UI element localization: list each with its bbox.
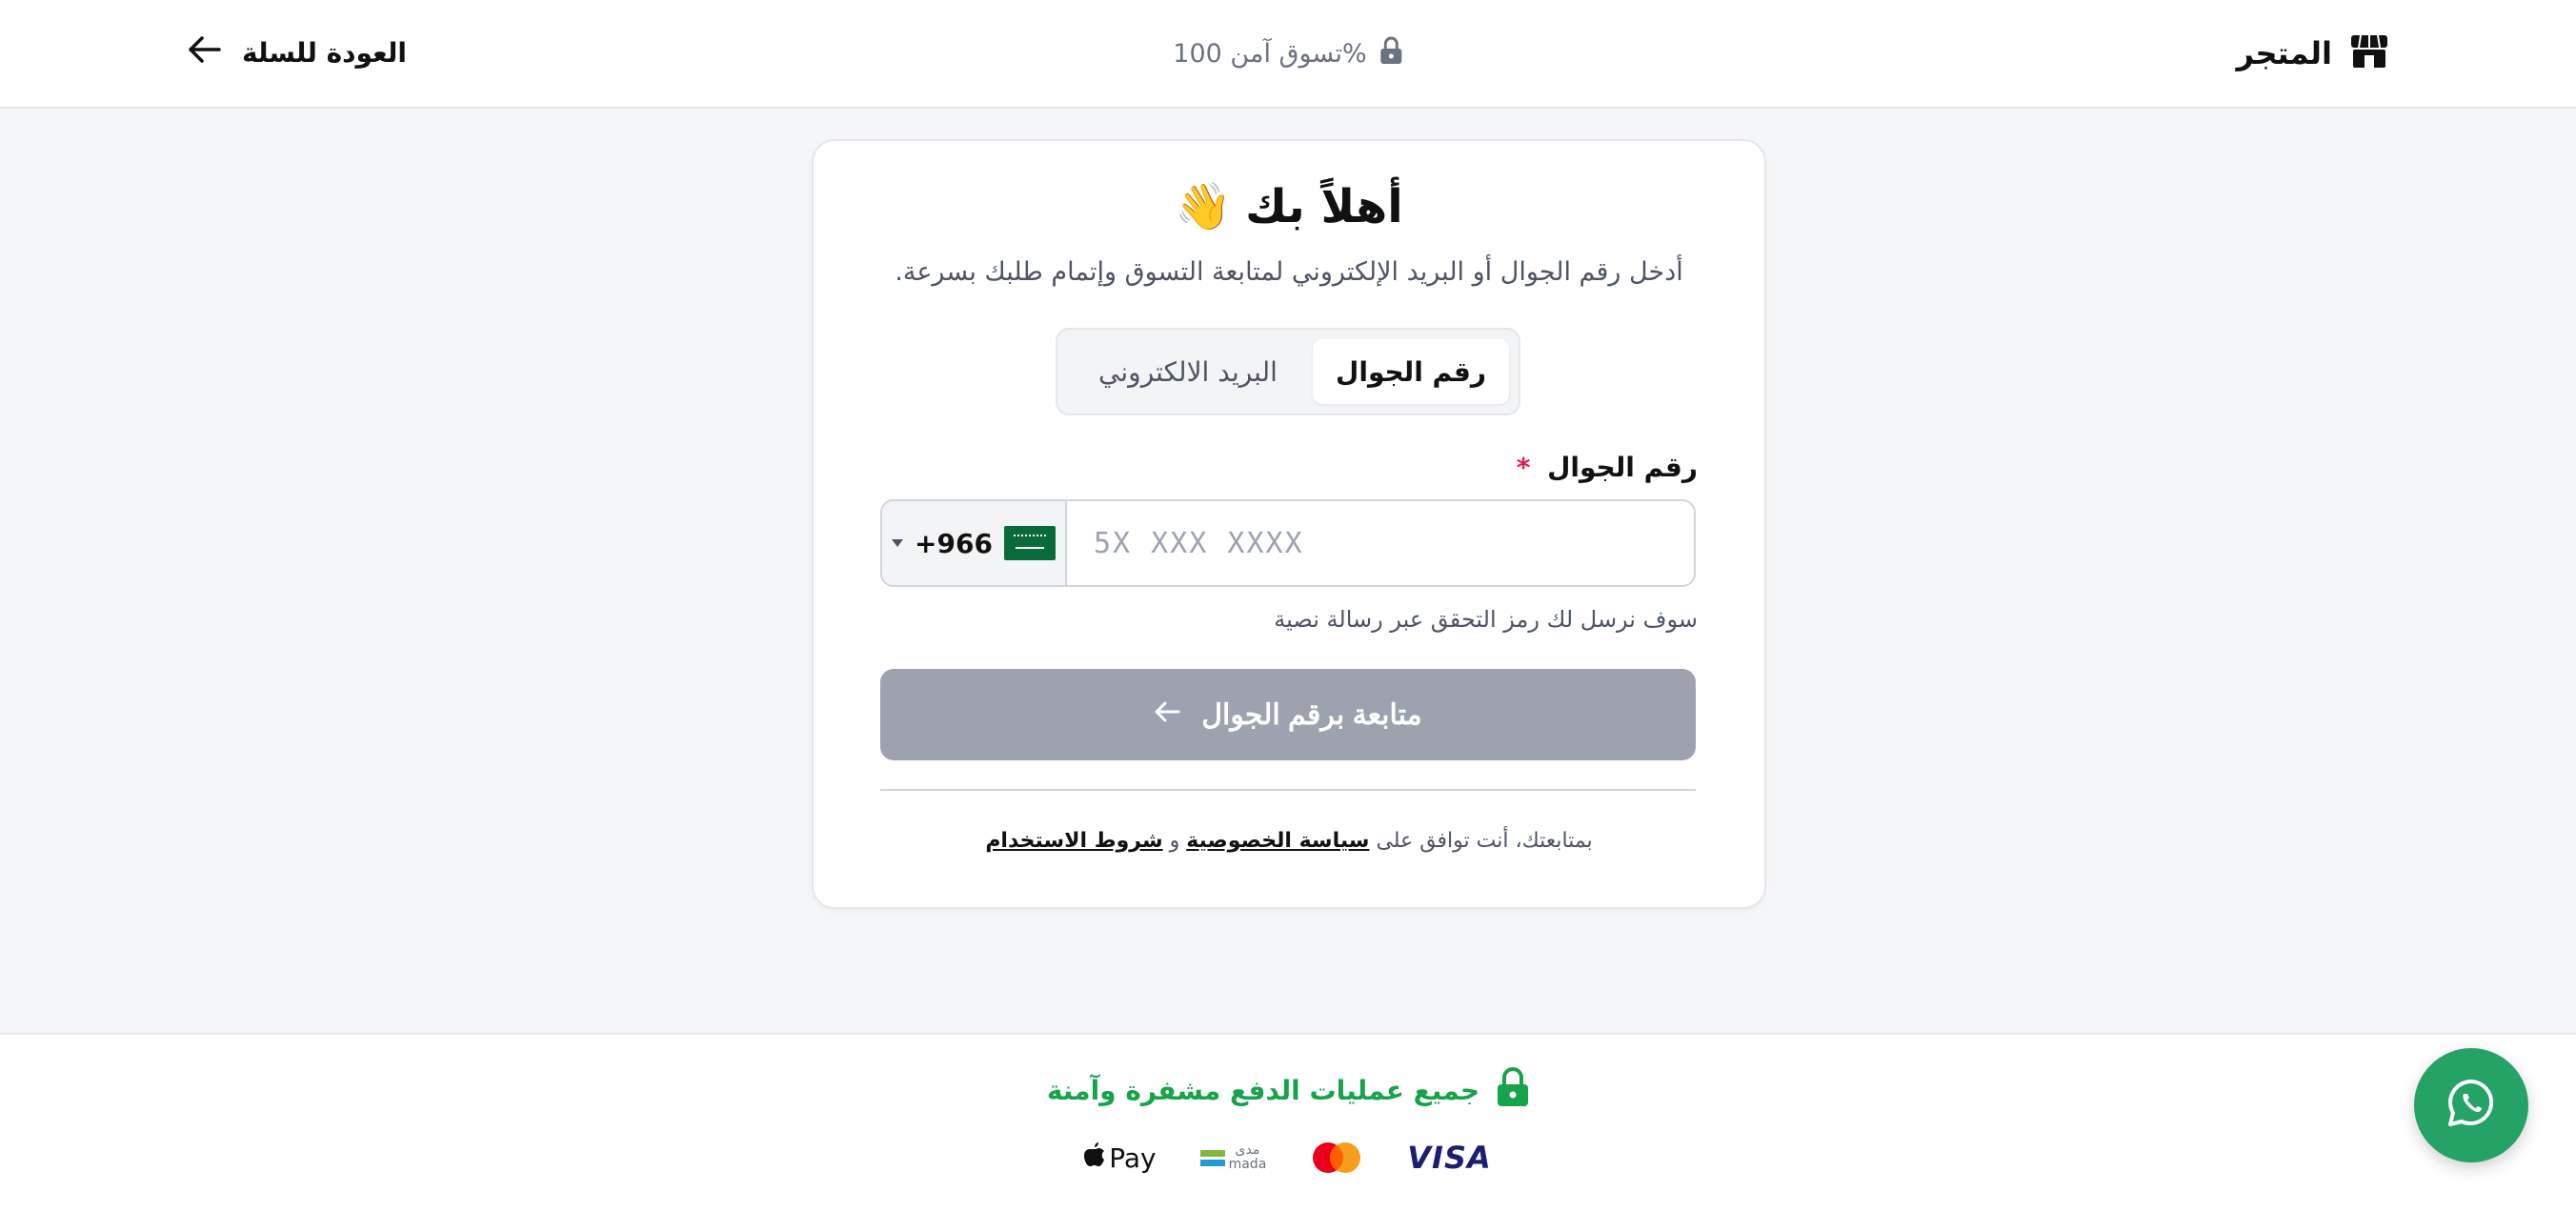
secure-payment-notice: جميع عمليات الدفع مشفرة وآمنة [0,1067,2576,1114]
required-marker: * [1516,452,1531,483]
store-icon [2349,33,2389,73]
terms-notice: بمتابعتك، أنت توافق على سياسة الخصوصية و… [814,829,1764,853]
payment-methods: Pay مدى mada VISA [0,1134,2576,1182]
mastercard-logo [1310,1134,1363,1182]
continue-with-phone-label: متابعة برقم الجوال [1201,698,1422,731]
welcome-subtitle: أدخل رقم الجوال أو البريد الإلكتروني لمت… [895,257,1683,287]
whatsapp-chat-button[interactable] [2414,1048,2528,1162]
back-to-cart-link[interactable]: العودة للسلة [187,29,407,76]
apple-pay-label: Pay [1109,1141,1157,1174]
tab-email[interactable]: البريد الالكتروني [1067,339,1309,404]
visa-logo: VISA [1407,1140,1492,1176]
checkout-login-page: المتجر تسوق آمن 100% العودة للسلة أهلاً … [0,0,2576,1212]
apple-icon [1084,1141,1105,1174]
login-method-tabs: رقم الجوال البريد الالكتروني [1056,328,1520,415]
lock-icon [1380,36,1403,71]
mada-label-ar: مدى [1235,1141,1260,1158]
lock-icon [1497,1067,1529,1114]
welcome-title-text: أهلاً بك [1245,179,1403,233]
card-divider [880,789,1696,791]
arrow-left-icon [187,35,221,71]
secure-shopping-text: تسوق آمن 100% [1173,38,1367,69]
phone-field-label: رقم الجوال * [1517,452,1698,483]
chevron-down-icon [892,539,904,547]
welcome-title: أهلاً بك 👋 [814,179,1764,234]
waving-hand-icon: 👋 [1175,180,1233,233]
mada-logo: مدى mada [1199,1134,1267,1182]
terms-conjunction: و [1169,829,1180,853]
apple-pay-logo: Pay [1084,1134,1157,1182]
secure-payment-text: جميع عمليات الدفع مشفرة وآمنة [1046,1075,1480,1106]
phone-input-group: +966 [880,499,1696,587]
brand-name: المتجر [2236,35,2332,71]
top-header: المتجر تسوق آمن 100% العودة للسلة [0,0,2576,109]
mada-label-en: mada [1228,1157,1267,1172]
phone-number-input[interactable] [1067,501,1694,585]
privacy-policy-link[interactable]: سياسة الخصوصية [1186,829,1369,853]
whatsapp-icon [2445,1077,2498,1134]
arrow-left-icon [1154,698,1180,731]
phone-field-label-text: رقم الجوال [1547,452,1698,483]
terms-prefix: بمتابعتك، أنت توافق على [1376,829,1593,853]
terms-of-use-link[interactable]: شروط الاستخدام [985,829,1162,853]
country-dial-code: +966 [915,527,993,559]
payment-footer: جميع عمليات الدفع مشفرة وآمنة Pay مدى ma… [0,1033,2576,1212]
sms-verification-hint: سوف نرسل لك رمز التحقق عبر رسالة نصية [1274,606,1698,633]
saudi-flag-icon [1003,526,1056,560]
tab-phone[interactable]: رقم الجوال [1313,339,1509,404]
store-brand[interactable]: المتجر [2237,27,2389,80]
login-card: أهلاً بك 👋 أدخل رقم الجوال أو البريد الإ… [812,139,1766,909]
secure-shopping-badge: تسوق آمن 100% [1173,32,1402,74]
continue-with-phone-button[interactable]: متابعة برقم الجوال [880,669,1696,760]
back-to-cart-label: العودة للسلة [242,36,407,69]
country-code-selector[interactable]: +966 [882,501,1067,585]
